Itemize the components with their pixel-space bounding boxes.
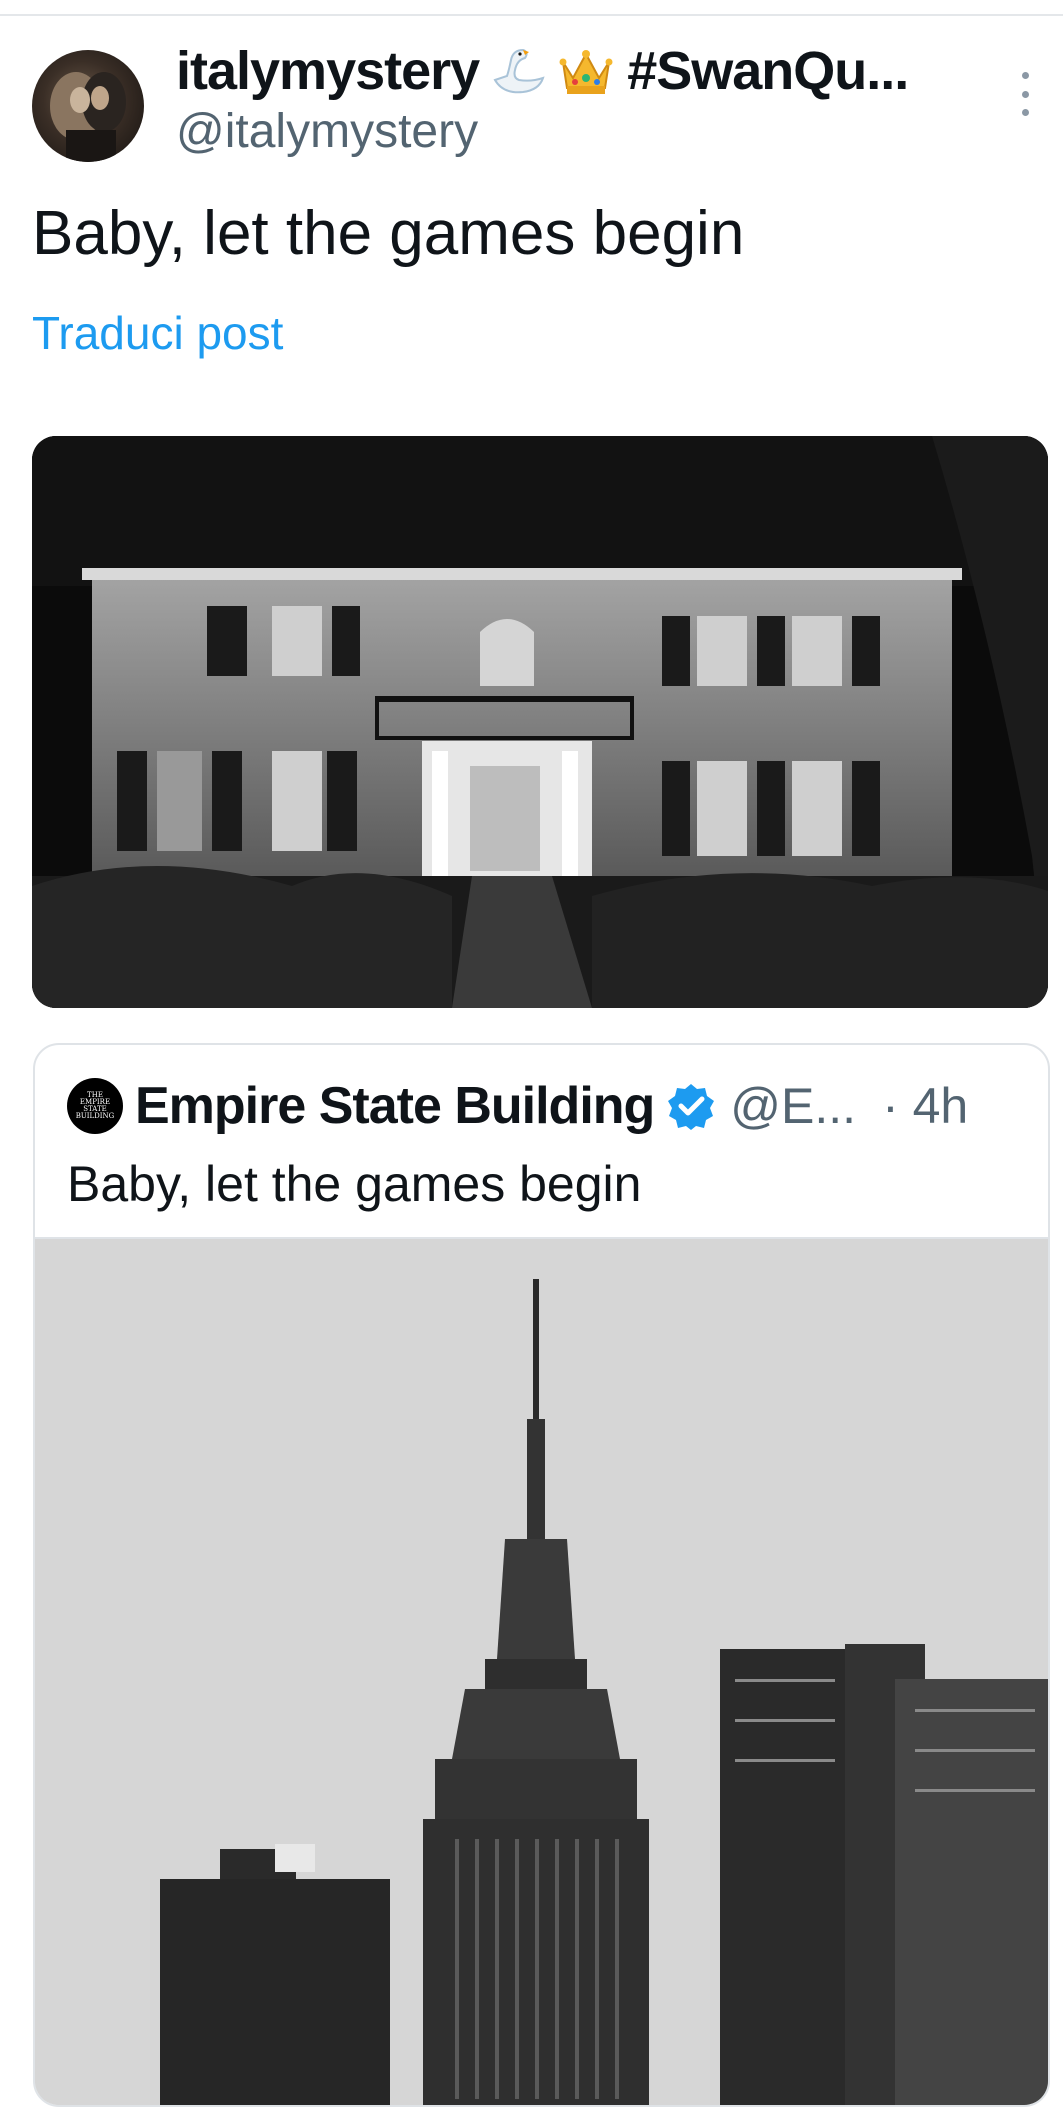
skyline-photo[interactable] — [35, 1237, 1048, 2105]
quoted-avatar-text: BUILDING — [75, 1112, 115, 1120]
top-divider — [0, 14, 1063, 16]
quoted-post-text: Baby, let the games begin — [67, 1156, 642, 1212]
quoted-timestamp[interactable]: · 4h — [882, 1077, 968, 1135]
more-dot-icon — [1021, 109, 1029, 116]
quoted-post-header: THE EMPIRE STATE BUILDING Empire State B… — [67, 1073, 1027, 1139]
more-dot-icon — [1021, 90, 1029, 98]
hashtag[interactable]: #SwanQu... — [627, 40, 909, 102]
post-text: Baby, let the games begin — [32, 199, 745, 268]
translate-post-link[interactable]: Traduci post — [32, 306, 283, 360]
quoted-post-card[interactable]: THE EMPIRE STATE BUILDING Empire State B… — [33, 1043, 1050, 2107]
avatar[interactable] — [32, 50, 144, 162]
house-photo[interactable] — [32, 436, 1048, 1008]
user-handle[interactable]: @italymystery — [176, 104, 478, 159]
display-name[interactable]: italymystery — [176, 40, 480, 102]
display-name-row[interactable]: italymystery #SwanQu... — [176, 36, 976, 106]
more-options-button[interactable] — [1010, 72, 1040, 116]
avatar-photo — [50, 72, 126, 162]
more-dot-icon — [1021, 72, 1029, 79]
crown-emoji-icon — [557, 42, 615, 100]
quoted-handle[interactable]: @E... — [730, 1077, 856, 1135]
verified-badge-icon — [666, 1081, 716, 1131]
quoted-avatar[interactable]: THE EMPIRE STATE BUILDING — [67, 1078, 123, 1134]
swan-emoji-icon — [489, 42, 547, 100]
quoted-display-name[interactable]: Empire State Building — [135, 1076, 655, 1136]
